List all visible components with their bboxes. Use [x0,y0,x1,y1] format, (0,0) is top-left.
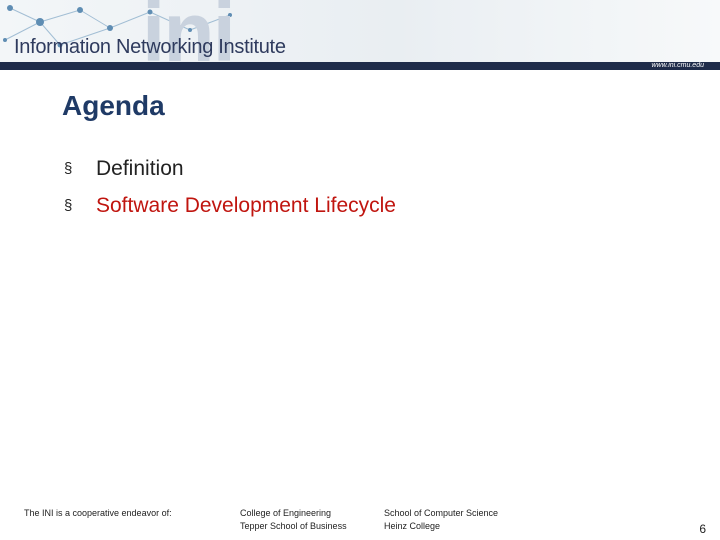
website-url[interactable]: www.ini.cmu.edu [651,61,704,70]
agenda-item-sdlc: § Software Development Lifecycle [64,187,396,224]
agenda-item-label: Definition [96,156,184,180]
institute-name: Information Networking Institute [14,36,286,58]
footer-college-engineering: College of Engineering [240,508,332,518]
footer-college-scs: School of Computer Science [384,508,499,518]
footer-cooperative: The INI is a cooperative endeavor of: [24,508,172,518]
agenda-item-label: Software Development Lifecycle [96,193,396,217]
page-number: 6 [699,522,706,536]
bullet-icon: § [64,197,73,214]
footer-college-col1: College of Engineering Tepper School of … [240,507,347,533]
ini-watermark-logo: ini [142,0,236,70]
slide-title: Agenda [62,90,165,121]
bullet-icon: § [64,160,73,177]
banner-bar [0,62,720,70]
agenda-item-definition: § Definition [64,150,396,187]
footer-college-heinz: Heinz College [384,521,441,531]
footer-college-tepper: Tepper School of Business [240,521,347,531]
header-banner: ini Information Networking Institute www… [0,0,720,70]
agenda-list: § Definition § Software Development Life… [64,150,396,224]
footer-college-col2: School of Computer Science Heinz College [384,507,498,533]
